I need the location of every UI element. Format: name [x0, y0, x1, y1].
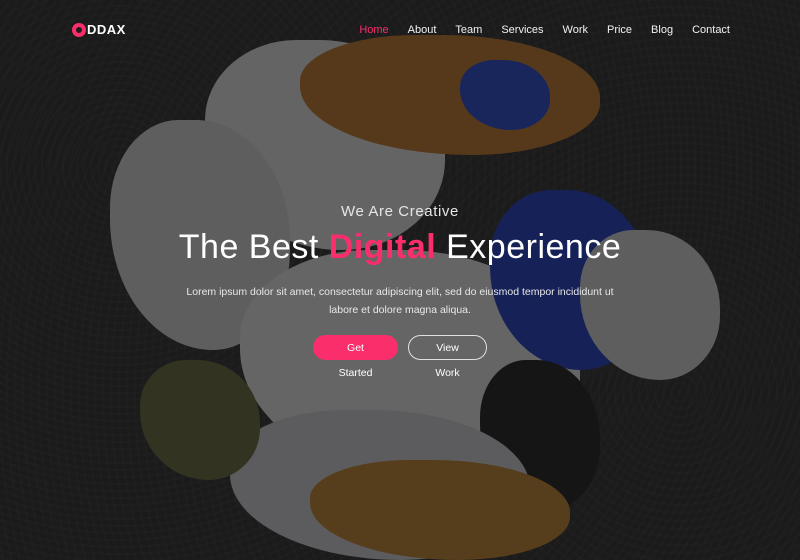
hero-eyebrow: We Are Creative — [341, 203, 459, 220]
nav-item-home[interactable]: Home — [359, 24, 388, 36]
logo-mark-icon — [72, 22, 86, 37]
hero-description: Lorem ipsum dolor sit amet, consectetur … — [186, 286, 614, 316]
site-logo[interactable]: DDAX — [72, 22, 126, 37]
nav-item-blog[interactable]: Blog — [651, 24, 673, 36]
nav-item-price[interactable]: Price — [607, 24, 632, 36]
get-started-button[interactable]: Get Started — [313, 335, 398, 379]
nav-item-work[interactable]: Work — [563, 24, 588, 36]
nav-item-team[interactable]: Team — [455, 24, 482, 36]
headline-accent: Digital — [328, 228, 437, 266]
view-work-button[interactable]: View Work — [408, 335, 487, 379]
main-nav: Home About Team Services Work Price Blog… — [340, 24, 730, 36]
headline-post: Experience — [436, 228, 622, 266]
nav-item-services[interactable]: Services — [501, 24, 543, 36]
hero-buttons: Get Started View Work — [0, 335, 800, 379]
site-header: DDAX Home About Team Services Work Price… — [0, 0, 800, 60]
hero-section: DDAX Home About Team Services Work Price… — [0, 0, 800, 560]
nav-item-contact[interactable]: Contact — [692, 24, 730, 36]
hero-headline: The Best Digital Experience — [0, 228, 800, 267]
headline-pre: The Best — [178, 228, 329, 266]
logo-text: DDAX — [87, 22, 126, 37]
hero-dark-overlay — [0, 0, 800, 560]
nav-item-about[interactable]: About — [408, 24, 437, 36]
